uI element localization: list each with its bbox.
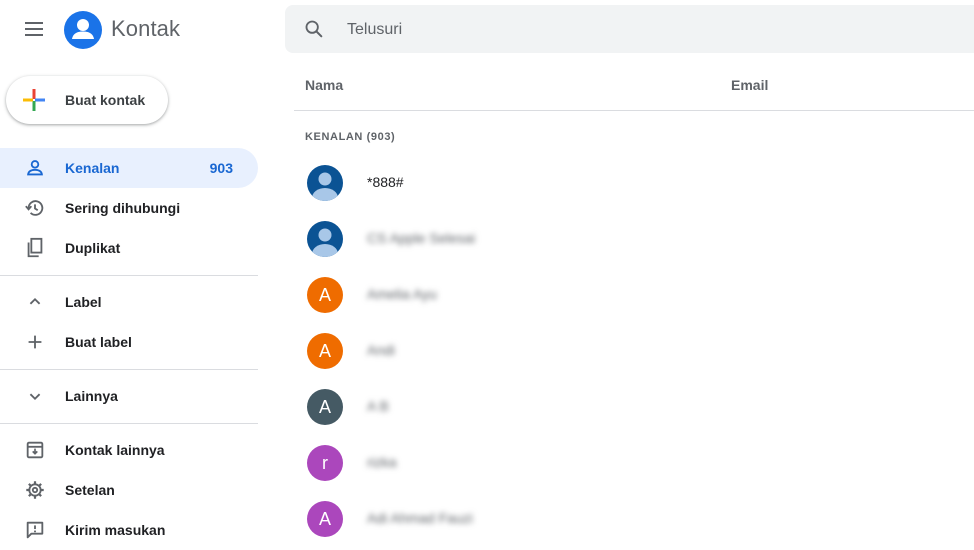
avatar: A [307, 501, 343, 537]
avatar: r [307, 445, 343, 481]
contacts-logo-icon[interactable] [64, 11, 102, 49]
sidebar-item-label: Sering dihubungi [65, 200, 181, 216]
sidebar-divider [0, 275, 258, 276]
create-contact-button[interactable]: Buat kontak [6, 76, 168, 124]
gear-icon [26, 481, 44, 499]
table-row[interactable]: A Andi [294, 323, 974, 379]
sidebar-item-create-label[interactable]: Buat label [0, 322, 258, 362]
table-row[interactable]: AA B [294, 379, 974, 435]
group-label: KENALAN (903) [305, 131, 396, 143]
sidebar-item-label: Kenalan [65, 160, 120, 176]
menu-icon [25, 22, 43, 24]
contact-name: A B [367, 398, 389, 414]
contact-name: rizka [367, 454, 397, 470]
sidebar-item-label: Setelan [65, 482, 115, 498]
main-menu-button[interactable] [22, 17, 48, 41]
sidebar-item-label: Kontak lainnya [65, 442, 165, 458]
sidebar-item-label: Kirim masukan [65, 522, 166, 538]
search-input[interactable] [345, 15, 949, 45]
sidebar-divider [0, 369, 258, 370]
sidebar-item-other-contacts[interactable]: Kontak lainnya [0, 430, 258, 470]
table-row[interactable]: A Adi Ahmad Fauzi [294, 491, 974, 547]
column-header-name[interactable]: Nama [305, 77, 343, 93]
sidebar-item-duplicates[interactable]: Duplikat [0, 228, 258, 268]
avatar-letter: A [318, 285, 331, 305]
plus-icon [28, 335, 42, 349]
sidebar-item-frequently-contacted[interactable]: Sering dihubungi [0, 188, 258, 228]
person-icon [27, 160, 43, 176]
contact-name: Amelia Ayu [367, 286, 437, 302]
history-icon [25, 200, 44, 216]
contact-name: Adi Ahmad Fauzi [367, 510, 473, 526]
sidebar-item-label: Buat label [65, 334, 132, 350]
contacts-count: 903 [209, 160, 233, 176]
header-divider [294, 110, 974, 111]
sidebar-item-more[interactable]: Lainnya [0, 376, 258, 416]
colorful-plus-icon [23, 89, 45, 111]
feedback-icon [26, 521, 44, 539]
archive-icon [26, 441, 44, 459]
avatar-letter: r [322, 453, 328, 473]
avatar: A [307, 389, 343, 425]
contact-name: Andi [367, 342, 396, 358]
sidebar-item-label: Lainnya [65, 388, 118, 404]
table-row[interactable]: *888# [294, 155, 974, 211]
sidebar-item-contacts[interactable]: Kenalan 903 [0, 148, 258, 188]
app-title[interactable]: Kontak [111, 16, 180, 42]
copy-icon [27, 237, 43, 258]
table-row[interactable]: A Amelia Ayu [294, 267, 974, 323]
sidebar-item-label: Label [65, 294, 102, 310]
sidebar-item-send-feedback[interactable]: Kirim masukan [0, 510, 258, 550]
avatar-letter: A [318, 397, 331, 417]
contact-name: CS Apple Selesai [367, 230, 476, 246]
search-bar[interactable] [285, 5, 974, 53]
avatar-letter: A [318, 341, 331, 361]
chevron-up-icon [29, 297, 41, 305]
person-avatar-icon [312, 228, 338, 257]
column-header-email[interactable]: Email [731, 77, 768, 93]
sidebar-item-labels-toggle[interactable]: Label [0, 282, 258, 322]
table-row[interactable]: r rizka [294, 435, 974, 491]
avatar [307, 165, 343, 201]
sidebar-item-label: Duplikat [65, 240, 121, 256]
menu-icon-line [25, 34, 43, 36]
avatar-letter: A [318, 509, 331, 529]
search-icon[interactable] [303, 18, 325, 40]
table-row[interactable]: CS Apple Selesai [294, 211, 974, 267]
sidebar-divider [0, 423, 258, 424]
person-avatar-icon [312, 172, 338, 201]
create-contact-label: Buat kontak [65, 92, 146, 108]
sidebar-item-settings[interactable]: Setelan [0, 470, 258, 510]
chevron-down-icon [29, 393, 41, 401]
avatar: A [307, 277, 343, 313]
avatar [307, 221, 343, 257]
menu-icon-line [25, 28, 43, 30]
avatar: A [307, 333, 343, 369]
contact-name: *888# [367, 174, 404, 190]
